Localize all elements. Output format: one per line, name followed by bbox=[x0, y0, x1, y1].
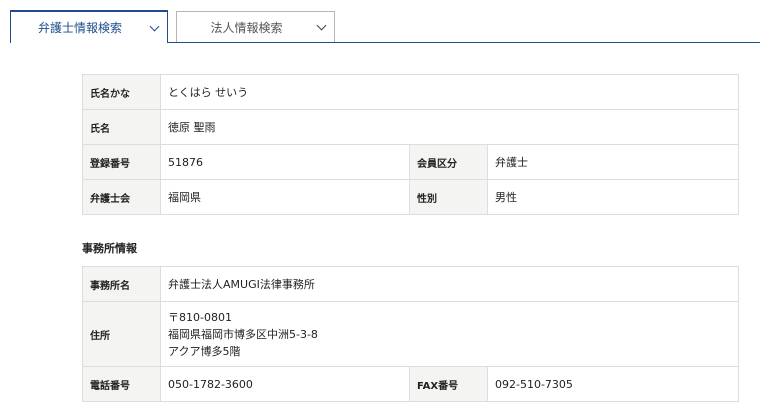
address-value: 〒810-0801 福岡県福岡市博多区中洲5-3-8 アクア博多5階 bbox=[160, 301, 739, 367]
address-postal-code: 〒810-0801 bbox=[168, 310, 232, 324]
bar-association-value: 福岡県 bbox=[160, 179, 410, 215]
registration-number-label: 登録番号 bbox=[82, 144, 161, 180]
table-row: 弁護士会 福岡県 性別 男性 bbox=[82, 179, 739, 215]
lawyer-profile-table: 氏名かな とくはら せいう 氏名 徳原 聖雨 登録番号 51876 会員区分 弁… bbox=[82, 74, 739, 215]
gender-value: 男性 bbox=[487, 179, 739, 215]
tab-corporation-search[interactable]: 法人情報検索 bbox=[176, 11, 335, 42]
address-street: 福岡県福岡市博多区中洲5-3-8 bbox=[168, 327, 318, 341]
bar-association-label: 弁護士会 bbox=[82, 179, 161, 215]
phone-value: 050-1782-3600 bbox=[160, 366, 410, 402]
member-type-value: 弁護士 bbox=[487, 144, 739, 180]
office-info-table: 事務所名 弁護士法人AMUGI法律事務所 住所 〒810-0801 福岡県福岡市… bbox=[82, 266, 739, 402]
name-label: 氏名 bbox=[82, 109, 161, 145]
name-value: 徳原 聖雨 bbox=[160, 109, 739, 145]
table-row: 住所 〒810-0801 福岡県福岡市博多区中洲5-3-8 アクア博多5階 bbox=[82, 301, 739, 367]
chevron-down-icon bbox=[316, 20, 327, 31]
chevron-down-icon bbox=[149, 21, 160, 31]
table-row: 登録番号 51876 会員区分 弁護士 bbox=[82, 144, 739, 180]
kana-value: とくはら せいう bbox=[160, 74, 739, 110]
table-row: 電話番号 050-1782-3600 FAX番号 092-510-7305 bbox=[82, 366, 739, 402]
gender-label: 性別 bbox=[409, 179, 488, 215]
table-row: 事務所名 弁護士法人AMUGI法律事務所 bbox=[82, 266, 739, 302]
member-type-label: 会員区分 bbox=[409, 144, 488, 180]
fax-label: FAX番号 bbox=[409, 366, 488, 402]
registration-number-value: 51876 bbox=[160, 144, 410, 180]
tab-lawyer-search-label: 弁護士情報検索 bbox=[37, 21, 122, 35]
search-tabs: 弁護士情報検索 法人情報検索 bbox=[0, 0, 760, 43]
phone-label: 電話番号 bbox=[82, 366, 161, 402]
address-building: アクア博多5階 bbox=[168, 344, 241, 358]
table-row: 氏名 徳原 聖雨 bbox=[82, 109, 739, 145]
office-name-value: 弁護士法人AMUGI法律事務所 bbox=[160, 266, 739, 302]
table-row: 氏名かな とくはら せいう bbox=[82, 74, 739, 110]
tab-lawyer-search[interactable]: 弁護士情報検索 bbox=[10, 10, 168, 43]
office-name-label: 事務所名 bbox=[82, 266, 161, 302]
office-section-title: 事務所情報 bbox=[82, 242, 137, 255]
fax-value: 092-510-7305 bbox=[487, 366, 739, 402]
tab-corporation-search-label: 法人情報検索 bbox=[210, 20, 283, 35]
address-label: 住所 bbox=[82, 301, 161, 367]
kana-label: 氏名かな bbox=[82, 74, 161, 110]
